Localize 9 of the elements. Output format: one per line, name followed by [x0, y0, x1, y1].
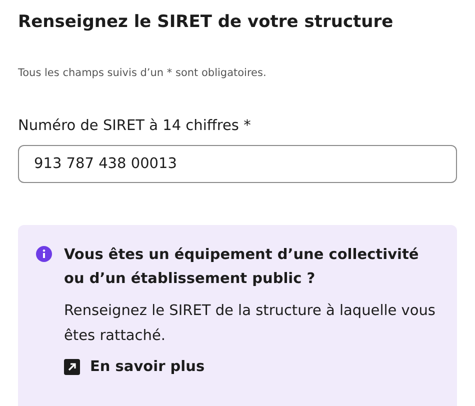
field-label: Numéro de SIRET à 14 chiffres * [18, 117, 252, 136]
callout-title: Vous êtes un équipement d’une collectivité ou d’un établissement public ? [64, 246, 420, 289]
info-icon [36, 246, 52, 262]
external-link-icon [64, 359, 80, 375]
learn-more-link[interactable]: En savoir plus [64, 359, 437, 375]
page-heading: Renseignez le SIRET de votre structure [18, 11, 394, 34]
siret-input-field[interactable]: 913 787 438 00013 [18, 145, 457, 183]
required-note: Tous les champs suivis d’un * sont obligatoires. [18, 66, 268, 80]
callout-text: Renseignez le SIRET de la structure à laquelle vous êtes rattaché. [64, 302, 436, 346]
